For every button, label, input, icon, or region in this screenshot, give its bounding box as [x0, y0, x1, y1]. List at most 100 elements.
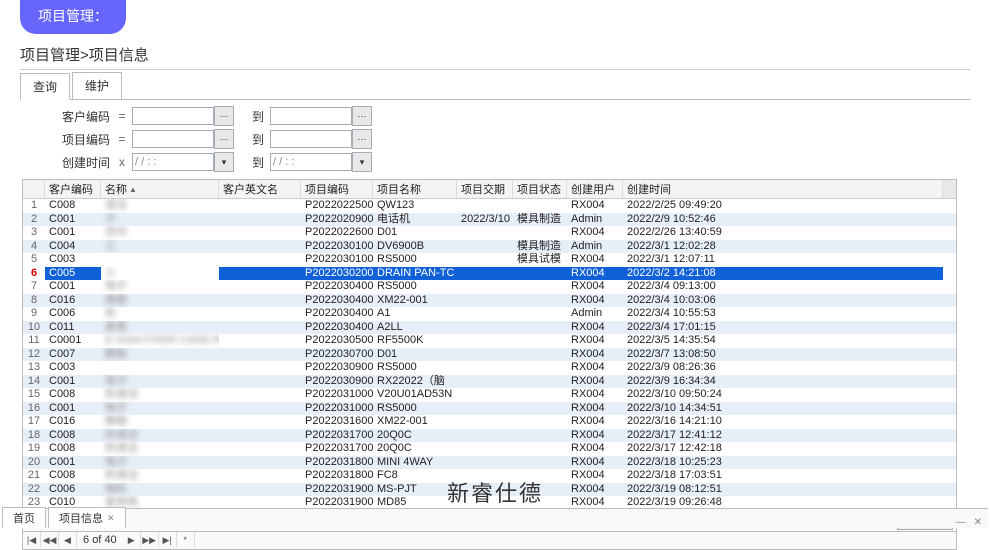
cell-project-code: P20220301002: [301, 253, 373, 267]
cell-customer-name: 子: [101, 213, 219, 227]
table-row[interactable]: 7C001电子P20220304001RS5000RX0042022/3/4 0…: [23, 280, 956, 294]
pager-star-button[interactable]: *: [177, 532, 195, 548]
filter-customer-code-to-picker[interactable]: ⋯: [352, 106, 372, 126]
row-number: 14: [23, 375, 45, 389]
tab-maintain[interactable]: 维护: [72, 72, 122, 99]
cell-scroll: [943, 469, 956, 483]
col-project-name[interactable]: 项目名称: [373, 180, 457, 198]
cell-customer-name: 的清洁: [101, 469, 219, 483]
cell-project-state: [513, 402, 567, 416]
cell-customer-code: C006: [45, 483, 101, 497]
table-row[interactable]: 5C003P20220301002RS5000模具试模RX0042022/3/1…: [23, 253, 956, 267]
pager-next-page-button[interactable]: ▶▶: [141, 532, 159, 548]
cell-project-state: [513, 442, 567, 456]
table-row[interactable]: 3C001苏州P20220226003D01RX0042022/2/26 13:…: [23, 226, 956, 240]
table-row[interactable]: 2C001子P20220209001电话机2022/3/10模具制造Admin2…: [23, 213, 956, 227]
filter-customer-code-from[interactable]: [132, 107, 214, 125]
filter-project-code-to-picker[interactable]: ⋯: [352, 129, 372, 149]
cell-project-code: P20220318001: [301, 456, 373, 470]
cell-customer-name: 鹏股: [101, 348, 219, 362]
table-row[interactable]: 11C0001D 533A FIXER CASE-PBAP20220305002…: [23, 334, 956, 348]
cell-create-user: RX004: [567, 361, 623, 375]
cell-customer-en: [219, 253, 301, 267]
table-row[interactable]: 14C001电子P20220309002RX22022（脑RX0042022/3…: [23, 375, 956, 389]
table-row[interactable]: 19C008的清洁P2022031700220Q0CRX0042022/3/17…: [23, 442, 956, 456]
row-number: 22: [23, 483, 45, 497]
filter-create-time-to[interactable]: / / : :: [270, 153, 352, 171]
cell-delivery-date: [457, 348, 513, 362]
cell-project-name: V20U01AD53N: [373, 388, 457, 402]
table-row[interactable]: 20C001电子P20220318001MINI 4WAYRX0042022/3…: [23, 456, 956, 470]
pager-prev-page-button[interactable]: ◀◀: [41, 532, 59, 548]
cell-project-name: MINI 4WAY: [373, 456, 457, 470]
filter-project-code-from-picker[interactable]: ⋯: [214, 129, 234, 149]
filter-project-code-from[interactable]: [132, 130, 214, 148]
cell-scroll: [943, 213, 956, 227]
filter-create-time-to-picker[interactable]: ▾: [352, 152, 372, 172]
cell-project-name: RS5000: [373, 253, 457, 267]
table-row[interactable]: 6C005三P20220302001DRAIN PAN-TCRX0042022/…: [23, 267, 956, 281]
col-rownum[interactable]: [23, 180, 45, 198]
pager-last-button[interactable]: ▶|: [159, 532, 177, 548]
row-number: 6: [23, 267, 45, 281]
cell-project-code: P20220225001: [301, 199, 373, 213]
cell-delivery-date: [457, 442, 513, 456]
filter-customer-code-to[interactable]: [270, 107, 352, 125]
col-customer-code[interactable]: 客户编码: [45, 180, 101, 198]
cell-project-state: [513, 267, 567, 281]
tab-query[interactable]: 查询: [20, 73, 70, 100]
filter-create-time-from-picker[interactable]: ▾: [214, 152, 234, 172]
filter-create-time-from[interactable]: / / : :: [132, 153, 214, 171]
col-create-time[interactable]: 创建时间: [623, 180, 943, 198]
cell-customer-en: [219, 280, 301, 294]
cell-customer-name: 橡塑: [101, 294, 219, 308]
table-row[interactable]: 18C008的清洁P2022031700120Q0CRX0042022/3/17…: [23, 429, 956, 443]
table-row[interactable]: 16C001电子P20220310002RS5000RX0042022/3/10…: [23, 402, 956, 416]
table-row[interactable]: 13C003P20220309001RS5000RX0042022/3/9 08…: [23, 361, 956, 375]
cell-customer-code: C008: [45, 388, 101, 402]
bottom-tab-home[interactable]: 首页: [2, 507, 46, 528]
col-customer-en[interactable]: 客户英文名: [219, 180, 301, 198]
pager-first-button[interactable]: |◀: [23, 532, 41, 548]
table-row[interactable]: 17C016橡塑P20220316001XM22-001RX0042022/3/…: [23, 415, 956, 429]
filter-project-code-op: =: [116, 132, 128, 146]
col-delivery-date[interactable]: 项目交期: [457, 180, 513, 198]
col-project-code[interactable]: 项目编码: [301, 180, 373, 198]
bottom-tab-bar: 首页 项目信息 ✕ — ✕: [2, 508, 988, 528]
col-create-user[interactable]: 创建用户: [567, 180, 623, 198]
cell-create-user: Admin: [567, 240, 623, 254]
col-project-state[interactable]: 项目状态: [513, 180, 567, 198]
close-icon[interactable]: ✕: [107, 513, 115, 524]
cell-scroll: [943, 402, 956, 416]
col-customer-name[interactable]: 名称▲: [101, 180, 219, 198]
row-number: 17: [23, 415, 45, 429]
cell-project-code: P20220310001: [301, 388, 373, 402]
bottom-tab-project-info[interactable]: 项目信息 ✕: [48, 507, 126, 528]
filter-panel: 客户编码 = ⋯ 到 ⋯ 项目编码 = ⋯ 到 ⋯ 创建时间 x / / : :…: [20, 100, 970, 179]
table-row[interactable]: 10C011麦普P20220304004A2LLRX0042022/3/4 17…: [23, 321, 956, 335]
project-management-button[interactable]: 项目管理：: [20, 0, 126, 34]
cell-delivery-date: 2022/3/10: [457, 213, 513, 227]
cell-project-name: RF5500K: [373, 334, 457, 348]
filter-project-code-to[interactable]: [270, 130, 352, 148]
filter-customer-code-from-picker[interactable]: ⋯: [214, 106, 234, 126]
pager-next-button[interactable]: ▶: [123, 532, 141, 548]
table-row[interactable]: 12C007鹏股P20220307001D01RX0042022/3/7 13:…: [23, 348, 956, 362]
cell-create-time: 2022/3/7 13:08:50: [623, 348, 943, 362]
cell-delivery-date: [457, 307, 513, 321]
cell-customer-en: [219, 213, 301, 227]
table-row[interactable]: 1C008清洁P20220225001QW123RX0042022/2/25 0…: [23, 199, 956, 213]
bottom-close-icon[interactable]: ✕: [974, 517, 982, 528]
table-row[interactable]: 9C006机P20220304003A1Admin2022/3/4 10:55:…: [23, 307, 956, 321]
table-row[interactable]: 15C008的清洁P20220310001V20U01AD53NRX004202…: [23, 388, 956, 402]
cell-create-time: 2022/3/18 10:25:23: [623, 456, 943, 470]
bottom-dash-icon[interactable]: —: [956, 517, 966, 528]
table-row[interactable]: 4C004三P20220301001DV6900B模具制造Admin2022/3…: [23, 240, 956, 254]
cell-customer-name: 的清洁: [101, 388, 219, 402]
cell-customer-en: [219, 415, 301, 429]
table-row[interactable]: 8C016橡塑P20220304002XM22-001RX0042022/3/4…: [23, 294, 956, 308]
cell-project-name: A2LL: [373, 321, 457, 335]
cell-project-code: P20220301001: [301, 240, 373, 254]
cell-scroll: [943, 348, 956, 362]
pager-prev-button[interactable]: ◀: [59, 532, 77, 548]
